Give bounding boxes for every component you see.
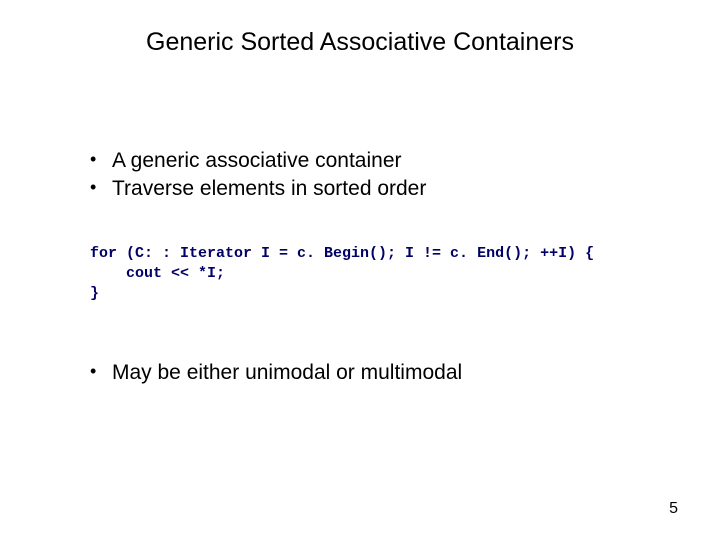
slide-container: Generic Sorted Associative Containers A … xyxy=(0,0,720,540)
bullet-item: Traverse elements in sorted order xyxy=(90,175,670,203)
code-line: } xyxy=(90,285,99,302)
bullet-list-2: May be either unimodal or multimodal xyxy=(50,359,670,387)
page-number: 5 xyxy=(669,500,678,518)
code-line: for (C: : Iterator I = c. Begin(); I != … xyxy=(90,245,594,262)
bullet-item: A generic associative container xyxy=(90,147,670,175)
code-line: cout << *I; xyxy=(90,265,225,282)
slide-title: Generic Sorted Associative Containers xyxy=(90,28,630,57)
bullet-item: May be either unimodal or multimodal xyxy=(90,359,670,387)
bullet-list-1: A generic associative container Traverse… xyxy=(50,147,670,204)
code-block: for (C: : Iterator I = c. Begin(); I != … xyxy=(50,244,670,305)
